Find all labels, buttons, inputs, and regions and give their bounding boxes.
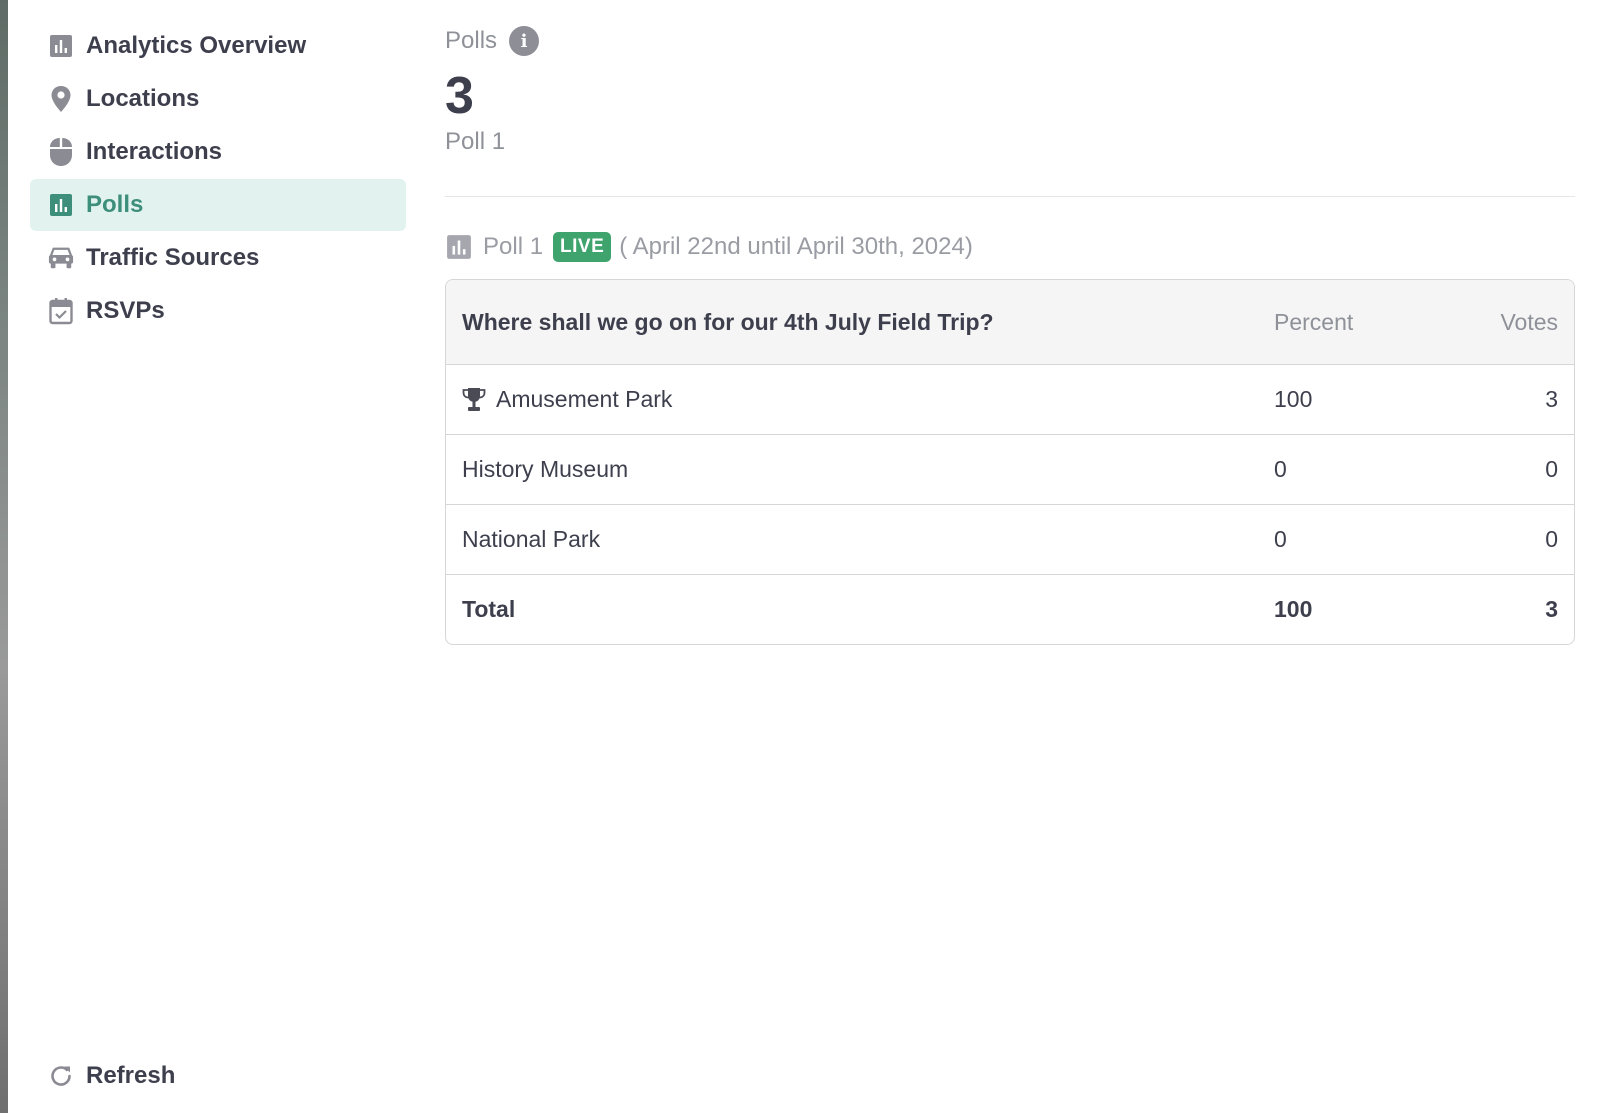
app-window: Analytics Overview Locations Interaction…	[8, 0, 1600, 1113]
live-badge: LIVE	[553, 232, 612, 262]
section-title: Polls	[445, 27, 498, 54]
sidebar-item-traffic-sources[interactable]: Traffic Sources	[30, 232, 406, 284]
table-row: History Museum 0 0	[446, 434, 1574, 504]
option-percent: 100	[1274, 386, 1313, 412]
sidebar-item-label: Locations	[86, 85, 200, 112]
option-label: Amusement Park	[496, 386, 673, 412]
poll-name: Poll 1	[483, 233, 544, 260]
sidebar-item-polls[interactable]: Polls	[30, 179, 406, 231]
map-pin-icon	[48, 86, 74, 112]
calendar-check-icon	[48, 298, 74, 325]
sidebar-item-label: Interactions	[86, 138, 223, 165]
info-icon[interactable]: i	[509, 26, 540, 56]
sidebar-item-rsvps[interactable]: RSVPs	[30, 285, 406, 337]
divider	[445, 196, 1575, 197]
table-total-row: Total 100 3	[446, 574, 1574, 644]
total-votes: 3	[1545, 596, 1558, 622]
column-header-percent: Percent	[1274, 308, 1354, 335]
mouse-icon	[48, 138, 74, 166]
poll-count: 3	[445, 67, 474, 125]
sidebar-item-label: Polls	[86, 191, 144, 218]
table-row: National Park 0 0	[446, 504, 1574, 574]
refresh-label: Refresh	[86, 1062, 176, 1089]
poll-header: Poll 1 LIVE ( April 22nd until April 30t…	[445, 229, 1575, 265]
bar-chart-icon	[445, 233, 473, 261]
bar-chart-icon	[48, 33, 74, 59]
sidebar-item-locations[interactable]: Locations	[30, 73, 406, 125]
car-icon	[48, 245, 74, 271]
poll-results-table: Where shall we go on for our 4th July Fi…	[445, 279, 1575, 645]
sidebar-item-label: RSVPs	[86, 297, 165, 324]
column-header-votes: Votes	[1500, 308, 1558, 335]
poll-question: Where shall we go on for our 4th July Fi…	[462, 308, 994, 335]
sidebar-item-interactions[interactable]: Interactions	[30, 126, 406, 178]
option-percent: 0	[1274, 456, 1287, 482]
option-percent: 0	[1274, 526, 1287, 552]
window-edge	[0, 0, 8, 1113]
sidebar-item-analytics-overview[interactable]: Analytics Overview	[30, 20, 406, 72]
sidebar-item-label: Analytics Overview	[86, 32, 307, 59]
section-heading: Polls i	[445, 24, 1575, 58]
total-label: Total	[462, 596, 516, 622]
bar-chart-icon	[48, 192, 74, 218]
refresh-icon	[48, 1063, 74, 1089]
main-content: Polls i 3 Poll 1 Poll 1 LIVE ( April 22n…	[445, 24, 1575, 645]
option-votes: 3	[1545, 386, 1558, 412]
refresh-button[interactable]: Refresh	[48, 1062, 175, 1090]
sidebar: Analytics Overview Locations Interaction…	[30, 20, 406, 338]
poll-date-range: ( April 22nd until April 30th, 2024)	[619, 233, 973, 260]
poll-count-label: Poll 1	[445, 128, 506, 155]
total-percent: 100	[1274, 596, 1313, 622]
table-row: Amusement Park 100 3	[446, 364, 1574, 434]
option-votes: 0	[1545, 526, 1558, 552]
table-header-row: Where shall we go on for our 4th July Fi…	[446, 280, 1574, 364]
option-label: National Park	[462, 526, 601, 552]
option-label: History Museum	[462, 456, 629, 482]
trophy-icon	[462, 387, 488, 413]
option-votes: 0	[1545, 456, 1558, 482]
sidebar-item-label: Traffic Sources	[86, 244, 260, 271]
